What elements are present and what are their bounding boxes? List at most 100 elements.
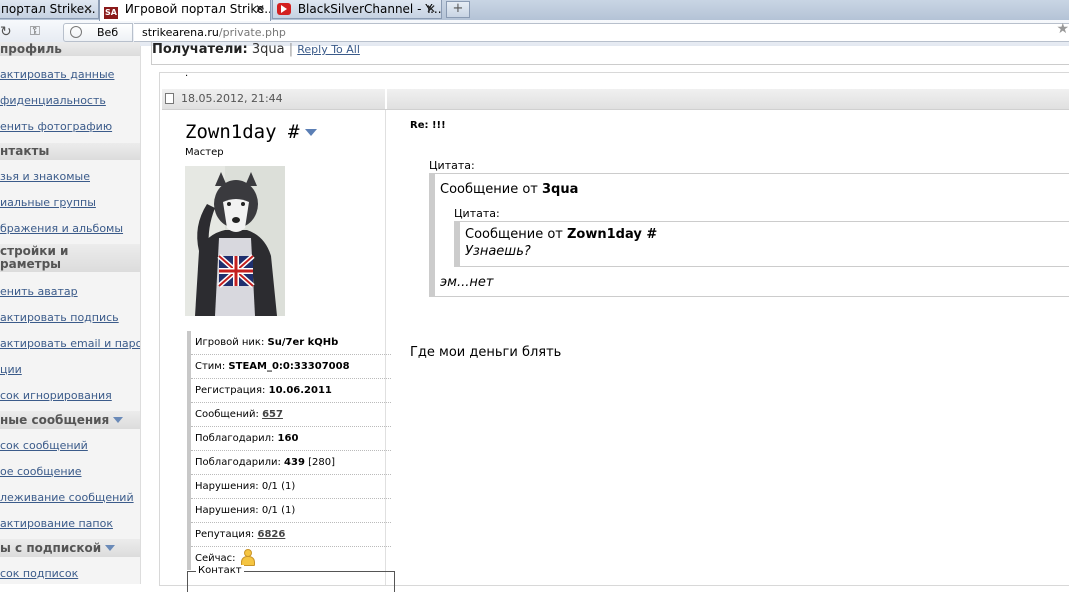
avatar <box>185 166 285 316</box>
post: · 18.05.2012, 21:44 Zown1day # Мастер Иг… <box>159 71 1069 592</box>
inner-quote-author-line: Сообщение от Zown1day # <box>465 227 657 242</box>
inner-quote-label: Цитата: <box>454 207 500 220</box>
stat-registration: Регистрация: 10.06.2011 <box>191 379 391 403</box>
username: Zown1day # <box>185 121 318 143</box>
close-icon[interactable]: ✕ <box>255 0 265 18</box>
stat-label: Поблагодарил: <box>195 433 275 444</box>
stat-label: Регистрация: <box>195 385 266 396</box>
sidebar-item-change-photo[interactable]: енить фотографию <box>0 120 140 133</box>
section-title: нтакты <box>0 144 50 158</box>
user-info: Zown1day # Мастер Игровой ник: Su/7er kQ… <box>160 110 395 592</box>
stat-warnings-2: Нарушения: 0/1 (1) <box>191 499 391 523</box>
url-path: /private.php <box>218 26 286 39</box>
stat-label: Репутация: <box>195 529 255 540</box>
stat-thanks-received: Поблагодарили: 439 [280] <box>191 451 391 475</box>
section-title: профиль <box>0 42 62 56</box>
message-body: Re: !!! Цитата: Сообщение от 3qua Цитата… <box>410 110 1069 580</box>
stat-value: 160 <box>277 433 299 444</box>
sidebar-section-contacts: нтакты <box>0 143 140 160</box>
stat-value: 0/1 (1) <box>261 505 296 516</box>
bookmark-star-icon[interactable]: ★ <box>1056 21 1069 37</box>
username-link[interactable]: Zown1day # <box>185 121 299 143</box>
sidebar-item-track-messages[interactable]: леживание сообщений <box>0 491 140 504</box>
header-divider <box>385 89 387 109</box>
stat-label: Игровой ник: <box>195 337 265 348</box>
stat-value: 439 <box>284 457 305 468</box>
tab-label: Игровой портал Strike... <box>124 2 271 16</box>
contact-label: Контакт <box>196 565 244 576</box>
message-text: Где мои деньги блять <box>410 345 562 360</box>
tab-strike-portal-2[interactable]: SA Игровой портал Strike... ✕ <box>99 0 271 21</box>
sidebar-item-ignore-list[interactable]: сок игнорирования <box>0 389 140 402</box>
globe-icon <box>70 26 82 38</box>
sidebar-section-settings: стройки и раметры <box>0 244 140 272</box>
section-title: ы с подпиской <box>0 541 102 555</box>
close-icon[interactable]: ✕ <box>426 0 436 18</box>
recipient-name: 3qua <box>251 42 285 57</box>
quote-block: Сообщение от 3qua Цитата: Сообщение от Z… <box>429 173 1069 297</box>
stat-value: 10.06.2011 <box>268 385 332 396</box>
stat-label: Поблагодарили: <box>195 457 281 468</box>
post-header: 18.05.2012, 21:44 <box>162 89 1069 110</box>
post-date: 18.05.2012, 21:44 <box>181 92 283 105</box>
sidebar-item-friends[interactable]: зья и знакомые <box>0 170 140 183</box>
sidebar-item-options[interactable]: ции <box>0 363 140 376</box>
collapse-icon[interactable] <box>105 545 116 551</box>
close-icon[interactable]: ✕ <box>83 0 93 18</box>
inner-quote-text: Узнаешь? <box>465 244 531 259</box>
sidebar-item-edit-signature[interactable]: актировать подпись <box>0 311 140 324</box>
collapse-icon[interactable] <box>113 417 124 423</box>
web-label: Веб <box>97 26 119 39</box>
sidebar-item-subscription-list[interactable]: сок подписок <box>0 567 140 580</box>
reply-to-all-link[interactable]: Reply To All <box>297 43 360 56</box>
recipients-label: Получатели: <box>152 42 248 57</box>
sidebar-item-message-list[interactable]: сок сообщений <box>0 439 140 452</box>
stat-thanked: Поблагодарил: 160 <box>191 427 391 451</box>
stat-label: Сообщений: <box>195 409 259 420</box>
quote-label: Цитата: <box>429 159 475 172</box>
strikearena-favicon-icon: SA <box>104 7 118 19</box>
sidebar-item-edit-folders[interactable]: актирование папок <box>0 517 140 530</box>
reputation-link[interactable]: 6826 <box>257 529 285 540</box>
stat-value: 0/1 (1) <box>261 481 296 492</box>
contact-box: Контакт <box>187 565 395 592</box>
sidebar-item-edit-email-password[interactable]: актировать email и пароль <box>0 337 140 350</box>
avatar-image <box>185 166 285 316</box>
section-title-line2: раметры <box>0 257 62 271</box>
page: профиль актировать данные фиденциальност… <box>0 42 1069 592</box>
sidebar-item-social-groups[interactable]: иальные группы <box>0 196 140 209</box>
sidebar-section-subscriptions: ы с подпиской <box>0 539 140 557</box>
section-title: ные сообщения <box>0 413 110 427</box>
new-tab-button[interactable]: + <box>446 1 470 18</box>
stat-nick: Игровой ник: Su/7er kQHb <box>191 331 391 355</box>
quote-author-line: Сообщение от 3qua <box>440 182 578 197</box>
inner-quote-block: Сообщение от Zown1day # Узнаешь? <box>454 221 1069 267</box>
stat-label: Нарушения: <box>195 481 259 492</box>
sidebar-item-edit-data[interactable]: актировать данные <box>0 68 140 81</box>
stat-reputation: Репутация: 6826 <box>191 523 391 547</box>
stat-label: Стим: <box>195 361 226 372</box>
sidebar-item-privacy[interactable]: фиденциальность <box>0 94 140 107</box>
sidebar-item-change-avatar[interactable]: енить аватар <box>0 285 140 298</box>
user-title: Мастер <box>185 147 224 158</box>
stat-warnings-1: Нарушения: 0/1 (1) <box>191 475 391 499</box>
tab-youtube[interactable]: BlackSilverChannel - Y... ✕ <box>272 0 442 19</box>
user-menu-icon[interactable] <box>305 129 318 136</box>
stat-label: Сейчас: <box>195 553 236 564</box>
main-content: Получатели: 3qua | Reply To All · 18.05.… <box>140 42 1069 592</box>
quote-from-prefix: Сообщение от <box>440 182 538 197</box>
recipients-bar: Получатели: 3qua | Reply To All <box>151 42 1069 65</box>
search-engine-selector[interactable]: Веб <box>63 23 133 42</box>
tab-label: BlackSilverChannel - Y... <box>297 2 442 16</box>
address-bar[interactable]: strikearena.ru/private.php <box>134 23 1069 42</box>
reload-icon[interactable]: ↻ <box>0 24 12 40</box>
tab-strike-portal-1[interactable]: портал Strike... ✕ <box>0 0 99 19</box>
sidebar-item-new-message[interactable]: ое сообщение <box>0 465 140 478</box>
document-icon <box>165 93 174 104</box>
key-icon[interactable]: ⚿ <box>30 24 40 39</box>
sidebar: профиль актировать данные фиденциальност… <box>0 42 140 584</box>
quote-text: эм...нет <box>440 275 494 290</box>
inner-quote-author: Zown1day # <box>567 227 658 242</box>
sidebar-item-albums[interactable]: бражения и альбомы <box>0 222 140 235</box>
posts-count-link[interactable]: 657 <box>262 409 283 420</box>
